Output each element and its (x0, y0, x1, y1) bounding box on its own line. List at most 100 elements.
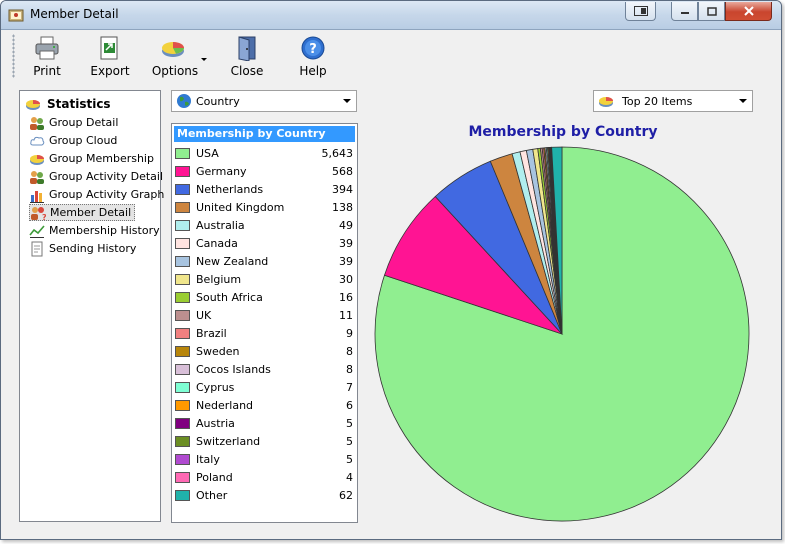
member-detail-window: Member Detail Print Export Options Close… (0, 0, 782, 540)
options-dropdown-arrow[interactable] (201, 58, 207, 61)
export-button[interactable]: Export (87, 30, 133, 82)
minimize-icon (680, 12, 689, 14)
member-count: 49 (339, 218, 353, 232)
country-name: USA (196, 146, 219, 160)
sidebar-item-label: Sending History (49, 242, 137, 255)
svg-text:?: ? (309, 42, 317, 57)
sidebar-item-label: Member Detail (50, 206, 132, 219)
color-swatch (175, 453, 190, 465)
pie-icon (599, 97, 613, 107)
membership-list: Membership by Country USA 5,643 Germany 568… (171, 123, 358, 523)
sidebar-item-group-cloud[interactable]: Group Cloud (29, 132, 120, 149)
list-item[interactable]: South Africa 16 (175, 288, 353, 306)
list-item[interactable]: Cyprus 7 (175, 378, 353, 396)
country-name: Australia (196, 218, 245, 232)
sidebar-item-label: Membership History (49, 224, 160, 237)
member-count: 6 (346, 398, 353, 412)
list-item[interactable]: Sweden 8 (175, 342, 353, 360)
list-item[interactable]: UK 11 (175, 306, 353, 324)
sidebar-item-group-activity-graph[interactable]: Group Activity Graph (29, 186, 167, 203)
list-item[interactable]: Nederland 6 (175, 396, 353, 414)
list-item[interactable]: Switzerland 5 (175, 432, 353, 450)
list-item[interactable]: Austria 5 (175, 414, 353, 432)
color-swatch (175, 345, 190, 357)
close-window-button[interactable] (725, 2, 772, 21)
chart-title: Membership by Country (468, 124, 658, 140)
title-bar[interactable]: Member Detail (1, 1, 781, 30)
member-count: 5,643 (321, 146, 354, 160)
sidebar-item-membership-history[interactable]: Membership History (29, 222, 163, 239)
print-button[interactable]: Print (25, 30, 69, 82)
statistics-pie-icon (26, 100, 40, 110)
list-item[interactable]: USA 5,643 (175, 144, 353, 162)
member-count: 62 (339, 488, 353, 502)
options-label: Options (151, 64, 199, 78)
member-count: 8 (346, 362, 353, 376)
maximize-button[interactable] (698, 2, 725, 21)
color-swatch (175, 309, 190, 321)
country-name: Nederland (196, 398, 254, 412)
cloud-icon (30, 136, 45, 145)
list-item[interactable]: Netherlands 394 (175, 180, 353, 198)
minimize-button[interactable] (671, 2, 698, 21)
country-name: Brazil (196, 326, 227, 340)
color-swatch (175, 291, 190, 303)
statistics-heading[interactable]: Statistics (25, 96, 111, 112)
member-count: 16 (339, 290, 353, 304)
window-layout-button[interactable] (625, 2, 656, 21)
options-button[interactable]: Options (149, 30, 209, 82)
dimension-select[interactable]: Country (171, 90, 357, 112)
list-item[interactable]: Germany 568 (175, 162, 353, 180)
sidebar-item-sending-history[interactable]: Sending History (29, 240, 139, 257)
list-item[interactable]: Brazil 9 (175, 324, 353, 342)
help-icon: ? (301, 36, 325, 60)
list-item[interactable]: Cocos Islands 8 (175, 360, 353, 378)
list-item[interactable]: Italy 5 (175, 450, 353, 468)
country-name: Austria (196, 416, 235, 430)
list-item[interactable]: Belgium 30 (175, 270, 353, 288)
country-name: Belgium (196, 272, 242, 286)
color-swatch (175, 237, 190, 249)
color-swatch (175, 471, 190, 483)
list-item[interactable]: Poland 4 (175, 468, 353, 486)
pie-chart (374, 146, 750, 522)
sidebar-item-member-detail[interactable]: ? Member Detail (29, 204, 136, 221)
country-name: Poland (196, 470, 233, 484)
country-name: United Kingdom (196, 200, 285, 214)
list-item[interactable]: Other 62 (175, 486, 353, 504)
close-button[interactable]: Close (225, 30, 269, 82)
color-swatch (175, 219, 190, 231)
country-name: Sweden (196, 344, 240, 358)
close-label: Close (230, 64, 264, 78)
list-item[interactable]: Canada 39 (175, 234, 353, 252)
sidebar-item-group-activity-detail[interactable]: Group Activity Detail (29, 168, 166, 185)
color-swatch (175, 435, 190, 447)
country-name: Canada (196, 236, 238, 250)
member-count: 5 (346, 416, 353, 430)
color-swatch (175, 147, 190, 159)
document-icon (31, 241, 43, 256)
people-icon (30, 170, 44, 184)
pie-icon (30, 154, 44, 165)
bar-chart-icon (30, 190, 44, 203)
door-icon (238, 36, 256, 61)
list-heading[interactable]: Membership by Country (174, 126, 355, 142)
list-item[interactable]: United Kingdom 138 (175, 198, 353, 216)
sidebar-item-group-membership[interactable]: Group Membership (29, 150, 157, 167)
member-count: 11 (339, 308, 353, 322)
top-items-select[interactable]: Top 20 Items (593, 90, 753, 112)
color-swatch (175, 399, 190, 411)
list-item[interactable]: Australia 49 (175, 216, 353, 234)
country-name: Italy (196, 452, 220, 466)
sidebar-item-group-detail[interactable]: Group Detail (29, 114, 121, 131)
member-count: 5 (346, 434, 353, 448)
member-count: 39 (339, 254, 353, 268)
color-swatch (175, 489, 190, 501)
member-count: 39 (339, 236, 353, 250)
help-button[interactable]: ? Help (291, 30, 335, 82)
print-label: Print (33, 64, 61, 78)
top-items-select-value: Top 20 Items (622, 94, 693, 108)
list-item[interactable]: New Zealand 39 (175, 252, 353, 270)
country-name: Netherlands (196, 182, 264, 196)
country-name: Cyprus (196, 380, 235, 394)
